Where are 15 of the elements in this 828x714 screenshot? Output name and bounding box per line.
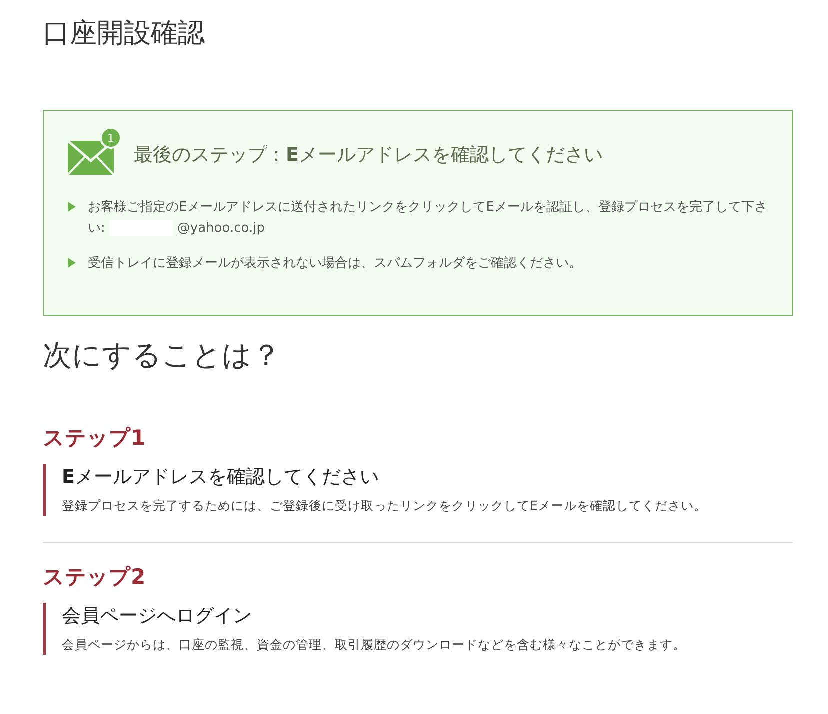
bullet-icon — [68, 202, 76, 212]
step-title: Eメールアドレスを確認してください — [62, 466, 379, 488]
envelope-icon — [68, 141, 114, 175]
bullet-icon — [68, 258, 76, 268]
step-label: ステップ1 — [43, 426, 146, 450]
step-title: 会員ページへログイン — [62, 605, 252, 627]
page-title: 口座開設確認 — [43, 17, 206, 51]
notice-text: お客様ご指定のEメールアドレスに送付されたリンクをクリックしてEメールを認証し、登録プロセスを完了して下さい: @yahoo.co.jp — [88, 199, 768, 238]
step-description: 登録プロセスを完了するためには、ご登録後に受け取ったリンクをクリックしてEメールを確認してください。 — [62, 498, 707, 513]
notice-title: 最後のステップ：Eメールアドレスを確認してください — [134, 143, 603, 168]
step-label: ステップ2 — [43, 565, 146, 589]
step-description: 会員ページからは、口座の監視、資金の管理、取引履歴のダウンロードなどを含む様々なことができます。 — [62, 637, 686, 652]
section-heading: 次にすることは？ — [43, 337, 282, 374]
notice-text: 受信トレイに登録メールが表示されない場合は、スパムフォルダをご確認ください。 — [88, 255, 582, 273]
notification-badge: 1 — [100, 127, 122, 149]
